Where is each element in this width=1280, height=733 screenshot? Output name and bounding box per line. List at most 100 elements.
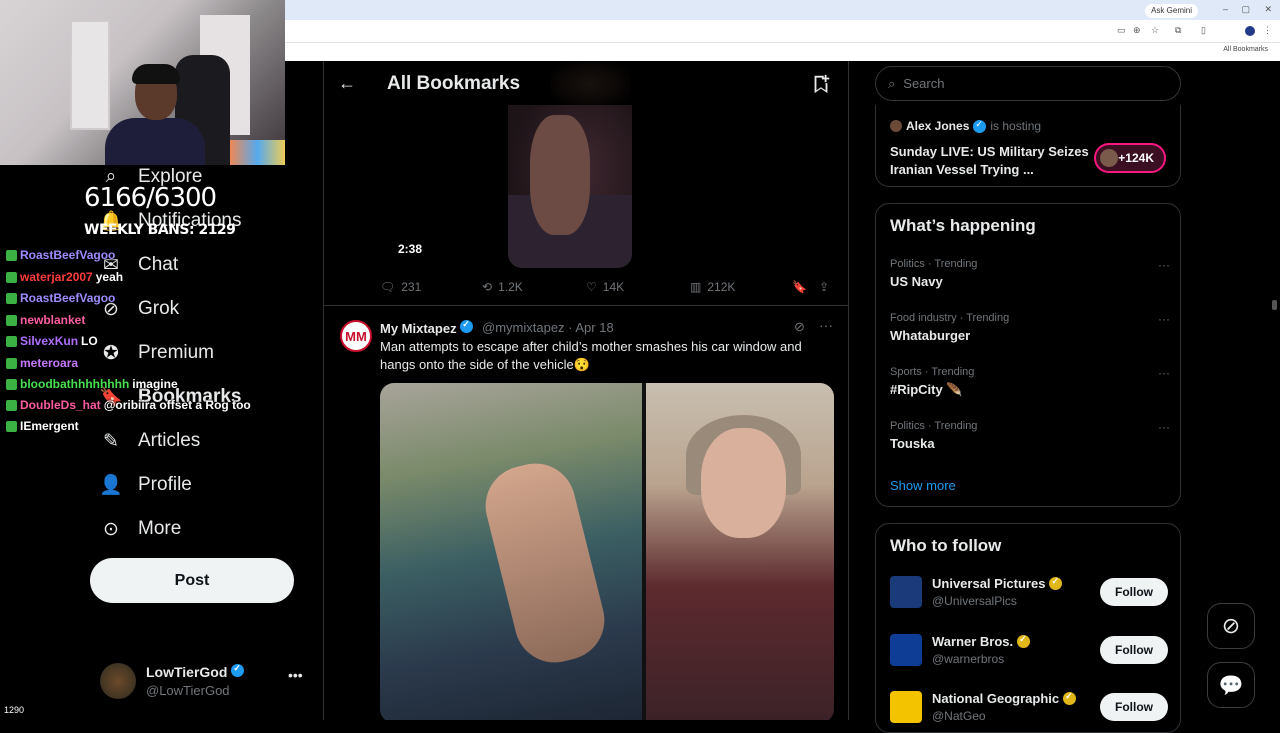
webcam-door — [70, 20, 110, 130]
chat-username: RoastBeefVagoo — [20, 291, 116, 305]
avatar[interactable] — [890, 691, 922, 723]
chat-message: DoubleDs_hat @oribiira offset a Rog too — [6, 396, 251, 414]
webcam-feed — [0, 0, 285, 165]
browser-toolbar: ▭ ⊕ ☆ ⧉ ▯ ⋮ — [285, 20, 1280, 42]
tweet-author-handle[interactable]: @mymixtapez · Apr 18 — [482, 320, 614, 335]
chat-username: SilvexKun — [20, 334, 79, 348]
suggested-account-name[interactable]: Universal Pictures — [932, 576, 1063, 591]
messages-fab[interactable]: 💬 — [1207, 662, 1255, 708]
more-dots-icon[interactable]: ··· — [1158, 366, 1170, 380]
avatar — [100, 663, 136, 699]
who-to-follow-panel: Who to follow Universal Pictures @Univers… — [875, 523, 1181, 733]
suggested-account-name[interactable]: National Geographic — [932, 691, 1077, 706]
back-arrow-icon[interactable]: ← — [338, 73, 356, 94]
more-dots-icon[interactable]: ··· — [1158, 312, 1170, 326]
account-switcher[interactable]: LowTierGod @LowTierGod ••• — [100, 661, 310, 701]
more-dots-icon[interactable]: ••• — [288, 667, 303, 683]
tweet-author-name[interactable]: My Mixtapez — [380, 319, 474, 336]
trend-item[interactable]: Politics · Trending Touska ··· — [890, 420, 1170, 464]
chat-text: yeah — [95, 270, 124, 284]
message-icon: 💬 — [1218, 674, 1244, 697]
search-placeholder: Search — [903, 76, 945, 91]
chat-text: @oribiira offset a Rog too — [103, 398, 251, 412]
repost-button[interactable]: ⟲ 1.2K — [482, 280, 523, 294]
suggested-account-handle: @NatGeo — [932, 709, 986, 723]
trend-category: Sports · Trending — [890, 366, 975, 378]
like-count: 14K — [602, 280, 625, 294]
live-space-card[interactable]: Alex Jones is hosting Sunday LIVE: US Mi… — [875, 105, 1181, 187]
trend-item[interactable]: Politics · Trending US Navy ··· — [890, 258, 1170, 302]
tweet-media[interactable] — [380, 383, 834, 720]
show-more-link[interactable]: Show more — [890, 478, 956, 493]
nav-item-more[interactable]: ⊙ More — [100, 514, 181, 544]
bookmark-filled-icon: 🔖 — [792, 280, 807, 294]
nav-item-label: Profile — [138, 474, 192, 495]
scrollbar[interactable] — [1272, 300, 1277, 310]
chat-message: RoastBeefVagoo — [6, 246, 118, 264]
trend-item[interactable]: Sports · Trending #RipCity 🪶 ··· — [890, 366, 1170, 410]
follow-suggestion[interactable]: National Geographic @NatGeo Follow — [890, 687, 1170, 731]
star-icon[interactable]: ☆ — [1151, 25, 1159, 36]
trend-name: #RipCity 🪶 — [890, 382, 963, 397]
space-listeners-badge[interactable]: +124K — [1094, 143, 1166, 173]
views-button[interactable]: ▥ 212K — [690, 280, 735, 294]
kebab-menu-icon[interactable]: ⋮ — [1263, 25, 1272, 36]
nav-item-label: Grok — [138, 298, 180, 319]
media-left-panel — [380, 383, 642, 720]
reply-button[interactable]: 🗨 231 — [380, 280, 421, 294]
post-button[interactable]: Post — [90, 558, 294, 603]
nav-item-articles[interactable]: ✎ Articles — [100, 426, 200, 456]
chat-username: waterjar2007 — [20, 270, 93, 284]
follow-suggestion[interactable]: Universal Pictures @UniversalPics Follow — [890, 572, 1170, 616]
chat-username: meteroara — [20, 356, 79, 370]
follow-suggestion[interactable]: Warner Bros. @warnerbros Follow — [890, 630, 1170, 674]
extension-icon[interactable]: ▭ — [1117, 25, 1126, 36]
follow-button[interactable]: Follow — [1100, 578, 1168, 606]
follow-button[interactable]: Follow — [1100, 636, 1168, 664]
more-dots-icon[interactable]: ··· — [819, 317, 833, 333]
sidebar-icon[interactable]: ▯ — [1201, 25, 1206, 36]
chat-message: waterjar2007 yeah — [6, 268, 123, 286]
minimize-button[interactable]: – — [1223, 4, 1228, 14]
grok-fab[interactable]: ⊘ — [1207, 603, 1255, 649]
chat-message: newblanket — [6, 311, 88, 329]
maximize-button[interactable]: ▢ — [1241, 4, 1250, 15]
suggested-account-name[interactable]: Warner Bros. — [932, 634, 1031, 649]
close-window-button[interactable]: ✕ — [1264, 4, 1272, 15]
avatar[interactable]: MM — [340, 320, 372, 352]
page-header: ← All Bookmarks — [324, 61, 848, 105]
bookmark-button[interactable]: 🔖 — [792, 280, 807, 294]
follow-button[interactable]: Follow — [1100, 693, 1168, 721]
profile-avatar-icon[interactable] — [1245, 26, 1255, 36]
avatar[interactable] — [890, 634, 922, 666]
search-input[interactable]: ⌕ Search — [875, 66, 1181, 101]
nav-item-premium[interactable]: ✪ Premium — [100, 338, 214, 368]
trend-category: Politics · Trending — [890, 258, 978, 270]
puzzle-icon[interactable]: ⧉ — [1175, 25, 1181, 36]
repost-icon: ⟲ — [482, 280, 493, 294]
video-subject — [530, 115, 590, 235]
trend-item[interactable]: Food industry · Trending Whataburger ··· — [890, 312, 1170, 356]
tweet-divider — [324, 305, 848, 306]
avatar[interactable] — [890, 576, 922, 608]
more-dots-icon[interactable]: ··· — [1158, 258, 1170, 272]
zoom-icon[interactable]: ⊕ — [1133, 25, 1141, 36]
bookmark-add-icon[interactable] — [810, 73, 832, 95]
ask-gemini-button[interactable]: Ask Gemini — [1145, 4, 1198, 18]
whats-happening-panel: What’s happening Politics · Trending US N… — [875, 203, 1181, 507]
share-button[interactable]: ⇪ — [819, 280, 829, 294]
media-face — [701, 428, 786, 538]
tweet-video[interactable] — [508, 105, 632, 268]
nav-item-profile[interactable]: 👤 Profile — [99, 470, 192, 500]
like-button[interactable]: ♡ 14K — [586, 280, 624, 294]
viewer-count: 1290 — [4, 705, 25, 715]
chat-badge-icon — [6, 378, 17, 390]
account-handle: @LowTierGod — [146, 683, 230, 698]
chat-message: bloodbathhhhhhhh imagine — [6, 375, 178, 393]
person-icon: 👤 — [99, 475, 123, 496]
all-bookmarks-folder[interactable]: All Bookmarks — [1223, 46, 1268, 53]
verified-icon — [460, 319, 474, 333]
grok-icon[interactable]: ⊘ — [794, 319, 805, 335]
chat-badge-icon — [6, 420, 17, 432]
more-dots-icon[interactable]: ··· — [1158, 420, 1170, 434]
